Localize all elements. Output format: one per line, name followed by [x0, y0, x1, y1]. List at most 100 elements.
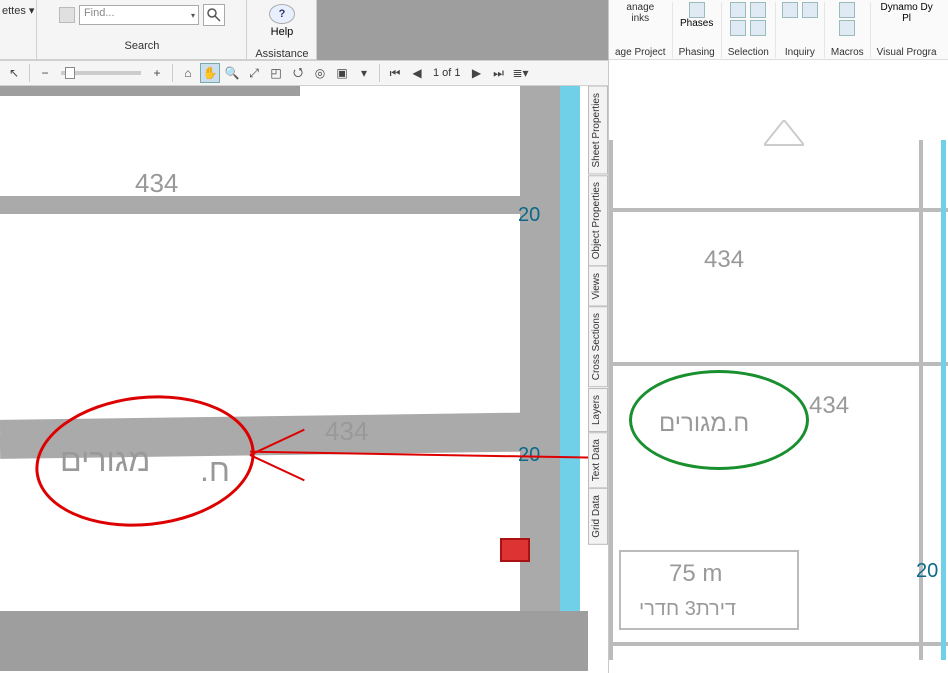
drawing-edge	[0, 86, 300, 96]
annotation-green-circle	[629, 370, 809, 470]
right-drawing-canvas[interactable]: 434 434 ח.מגורים 75 m דירת3 חדרי 20	[609, 60, 948, 673]
bottom-band	[0, 611, 588, 671]
thin-road-h3	[609, 642, 948, 646]
left-drawing-canvas[interactable]: 434 434 מגורים ח. 20 20 Sheet Properties…	[0, 86, 608, 673]
thin-road-v1	[609, 140, 613, 660]
phases-btn-label: Phases	[680, 18, 713, 29]
inactive-ribbon-area	[317, 0, 608, 60]
phases-icon[interactable]	[689, 2, 705, 18]
zoom-in-button[interactable]: +	[147, 63, 167, 83]
palettes-text: ettes	[2, 5, 26, 17]
help-icon[interactable]: ?	[269, 4, 295, 24]
triangle-marker-icon	[764, 120, 804, 150]
manage-project-panel: anage inks age Project	[609, 2, 673, 58]
tab-views[interactable]: Views	[588, 266, 608, 307]
macros-icon-1[interactable]	[839, 2, 855, 18]
page-indicator: 1 of 1	[433, 67, 461, 79]
manage-links-bot: inks	[631, 13, 649, 24]
separator	[29, 64, 30, 82]
selection-icon-2[interactable]	[750, 2, 766, 18]
first-page-button[interactable]: ⏮	[385, 63, 405, 83]
magnifier-icon	[206, 7, 222, 23]
tab-cross-sections[interactable]: Cross Sections	[588, 306, 608, 387]
orbit-tool-2[interactable]: ◎	[310, 63, 330, 83]
find-placeholder: Find...	[84, 7, 115, 19]
palettes-panel: ettes ▾	[0, 0, 37, 60]
annotation-arrow-head-2	[250, 454, 305, 481]
selection-panel: Selection	[722, 2, 776, 58]
page-list-button[interactable]: ≣▾	[511, 63, 531, 83]
parcel-label-434-top: 434	[135, 168, 178, 199]
zoom-tool[interactable]: 🔍	[222, 63, 242, 83]
macros-icon-2[interactable]	[839, 20, 855, 36]
home-view-button[interactable]: ⌂	[178, 63, 198, 83]
phasing-group-label: Phasing	[679, 47, 715, 58]
dynamo-sub: Pl	[902, 13, 911, 24]
chevron-down-icon: ▾	[191, 11, 195, 20]
parcel-label-434-mid: 434	[325, 416, 368, 447]
info-box-outline	[619, 550, 799, 630]
inquiry-icon-1[interactable]	[782, 2, 798, 18]
r-dimension-20: 20	[916, 560, 938, 583]
pointer-tool[interactable]: ↖	[4, 63, 24, 83]
inquiry-group-label: Inquiry	[785, 47, 815, 58]
assistance-group-label: Assistance	[255, 48, 308, 60]
help-panel: ? Help Assistance	[247, 0, 317, 60]
orbit-tool[interactable]: ⭯	[288, 63, 308, 83]
thin-road-h2	[609, 362, 948, 366]
inquiry-panel: Inquiry	[776, 2, 825, 58]
thin-road-h1	[609, 208, 948, 212]
dynamo-label: Dynamo	[880, 2, 917, 13]
zoom-out-button[interactable]: −	[35, 63, 55, 83]
manage-links-top: anage	[626, 2, 654, 13]
selection-icon-3[interactable]	[730, 20, 746, 36]
left-ribbon: ettes ▾ Find... ▾ Search ? Help Assistan…	[0, 0, 608, 60]
right-ribbon: anage inks age Project Phases Phasing Se…	[609, 0, 948, 60]
r-parcel-434-top: 434	[704, 246, 744, 274]
tab-layers[interactable]: Layers	[588, 388, 608, 432]
dynamo-label2: Dy	[921, 2, 933, 13]
last-page-button[interactable]: ⏭	[489, 63, 509, 83]
zoom-extents-button[interactable]: ⤢	[244, 63, 264, 83]
help-label: Help	[271, 26, 294, 38]
selection-group-label: Selection	[728, 47, 769, 58]
selection-icon-1[interactable]	[730, 2, 746, 18]
annotation-red-circle	[29, 385, 261, 537]
tab-grid-data[interactable]: Grid Data	[588, 488, 608, 545]
view-drop-button[interactable]: ▾	[354, 63, 374, 83]
tab-text-data[interactable]: Text Data	[588, 432, 608, 488]
road-vertical	[520, 86, 560, 646]
left-application: ettes ▾ Find... ▾ Search ? Help Assistan…	[0, 0, 608, 673]
macros-group-label: Macros	[831, 47, 864, 58]
dynamo-panel: Dynamo Dy Pl Visual Progra	[871, 2, 943, 58]
separator	[379, 64, 380, 82]
prev-page-button[interactable]: ◀	[407, 63, 427, 83]
macros-panel: Macros	[825, 2, 871, 58]
zoom-slider[interactable]	[61, 71, 141, 75]
search-button[interactable]	[203, 4, 225, 26]
red-marker	[500, 538, 530, 562]
blue-line	[941, 140, 946, 660]
phases-panel: Phases Phasing	[673, 2, 722, 58]
dimension-20-top: 20	[518, 204, 540, 227]
find-combo[interactable]: Find... ▾	[79, 5, 199, 25]
manage-project-label: age Project	[615, 47, 666, 58]
palettes-drop-icon[interactable]: ▾	[29, 5, 35, 17]
zoom-window-button[interactable]: ◰	[266, 63, 286, 83]
slider-thumb[interactable]	[65, 67, 75, 79]
pan-tool[interactable]: ✋	[200, 63, 220, 83]
next-page-button[interactable]: ▶	[467, 63, 487, 83]
find-icon	[59, 7, 75, 23]
inquiry-icon-2[interactable]	[802, 2, 818, 18]
road-h1	[0, 196, 560, 214]
r-parcel-434-right: 434	[809, 392, 849, 420]
view-cube-button[interactable]: ▣	[332, 63, 352, 83]
tab-object-properties[interactable]: Object Properties	[588, 175, 608, 266]
view-toolbar: ↖ − + ⌂ ✋ 🔍 ⤢ ◰ ⭯ ◎ ▣ ▾ ⏮ ◀ 1 of 1 ▶ ⏭ ≣…	[0, 60, 608, 86]
search-panel: Find... ▾ Search	[37, 0, 247, 60]
right-application: anage inks age Project Phases Phasing Se…	[608, 0, 948, 673]
selection-icon-4[interactable]	[750, 20, 766, 36]
separator	[172, 64, 173, 82]
visual-prog-label: Visual Progra	[877, 47, 937, 58]
tab-sheet-properties[interactable]: Sheet Properties	[588, 86, 608, 175]
